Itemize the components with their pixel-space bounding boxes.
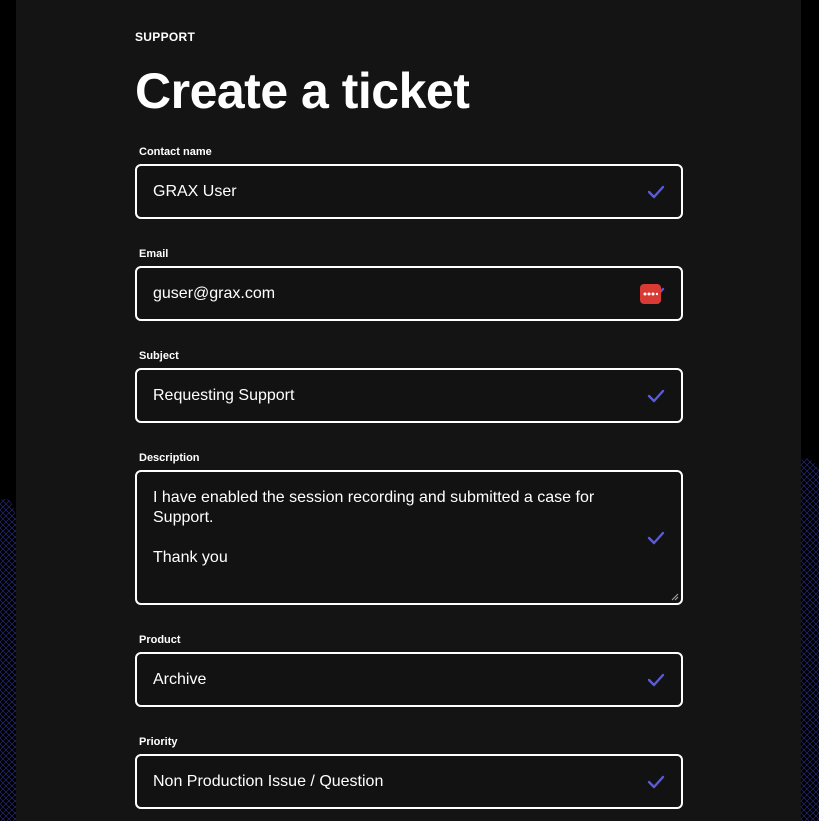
section-eyebrow: SUPPORT — [135, 30, 196, 44]
description-line: I have enabled the session recording and… — [153, 489, 595, 526]
subject-field[interactable]: Requesting Support — [135, 368, 683, 423]
email-value: guser@grax.com — [153, 284, 276, 302]
product-select[interactable]: Archive — [135, 652, 683, 707]
subject-value: Requesting Support — [153, 386, 295, 404]
description-label: Description — [139, 452, 200, 464]
product-label: Product — [139, 634, 181, 646]
description-value: I have enabled the session recording and… — [153, 488, 633, 568]
contact-name-label: Contact name — [139, 146, 212, 158]
priority-select[interactable]: Non Production Issue / Question — [135, 754, 683, 809]
page-title: Create a ticket — [135, 63, 470, 119]
email-field[interactable]: guser@grax.com — [135, 266, 683, 321]
checkmark-icon — [647, 673, 665, 686]
product-value: Archive — [153, 670, 207, 688]
contact-name-field[interactable]: GRAX User — [135, 164, 683, 219]
priority-label: Priority — [139, 736, 178, 748]
contact-name-value: GRAX User — [153, 182, 237, 200]
checkmark-icon — [647, 185, 665, 198]
subject-label: Subject — [139, 350, 179, 362]
email-label: Email — [139, 248, 169, 260]
password-manager-icon[interactable] — [640, 283, 661, 304]
checkmark-icon — [647, 389, 665, 402]
description-line: Thank you — [153, 549, 228, 566]
checkmark-icon — [647, 531, 665, 544]
checkmark-icon — [647, 775, 665, 788]
description-textarea[interactable]: I have enabled the session recording and… — [135, 470, 683, 605]
resize-handle-icon[interactable] — [671, 593, 679, 601]
priority-value: Non Production Issue / Question — [153, 772, 384, 790]
